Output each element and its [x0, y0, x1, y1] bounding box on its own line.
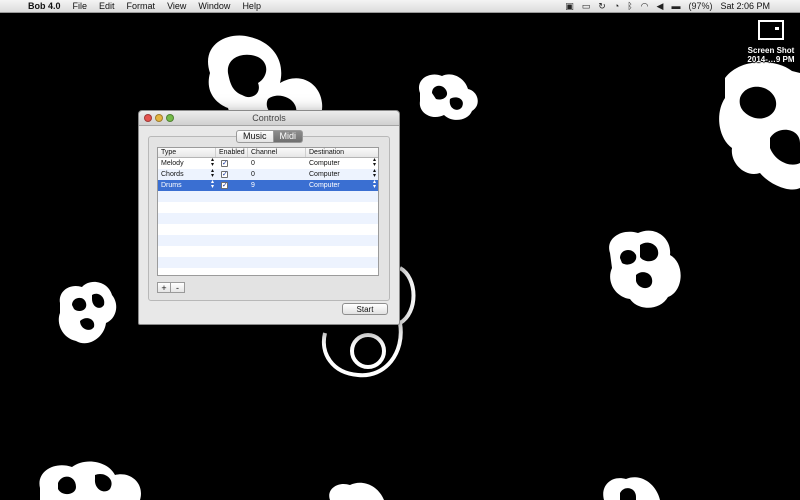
controls-window: Controls Music Midi Type Enabled Channel…	[138, 110, 400, 325]
destination-popup[interactable]: Computer ▴ ▾	[306, 168, 378, 180]
destination-popup[interactable]: Computer ▴ ▾	[306, 179, 378, 191]
minimize-button[interactable]	[155, 114, 163, 122]
empty-row	[158, 268, 378, 275]
empty-row	[158, 257, 378, 268]
popup-arrows-icon: ▴ ▾	[210, 157, 214, 168]
empty-row	[158, 235, 378, 246]
wifi-icon[interactable]: ◠	[637, 0, 653, 12]
table-row[interactable]: Chords ▴▾ 0 Computer ▴▾	[158, 168, 378, 180]
table-row-selected[interactable]: Drums ▴▾ 9 Computer ▴▾	[158, 179, 378, 191]
volume-icon[interactable]: ◀	[653, 0, 668, 12]
enabled-checkbox[interactable]	[221, 180, 228, 191]
display-icon[interactable]: ▭	[578, 0, 595, 12]
menu-bar: Bob 4.0 File Edit Format View Window Hel…	[0, 0, 800, 13]
wallpaper-blob	[329, 482, 384, 500]
remove-row-button[interactable]: -	[171, 282, 185, 293]
time-machine-icon[interactable]: ◔	[610, 0, 623, 12]
empty-row	[158, 191, 378, 202]
wallpaper-ring	[350, 333, 386, 369]
column-header-type[interactable]: Type	[158, 148, 216, 157]
sync-icon[interactable]: ↻	[594, 0, 610, 12]
enabled-cell	[216, 180, 248, 191]
zoom-button[interactable]	[166, 114, 174, 122]
destination-value: Computer	[309, 160, 340, 167]
popup-arrows-icon: ▴ ▾	[210, 168, 214, 179]
add-row-button[interactable]: +	[157, 282, 171, 293]
channel-value[interactable]: 9	[248, 180, 306, 191]
column-header-channel[interactable]: Channel	[248, 148, 306, 157]
destination-value: Computer	[309, 171, 340, 178]
channel-value[interactable]: 0	[248, 158, 306, 169]
window-title: Controls	[252, 113, 286, 123]
screenshot-thumbnail-icon	[758, 20, 784, 40]
type-popup[interactable]: Chords ▴ ▾	[158, 168, 216, 180]
close-button[interactable]	[144, 114, 152, 122]
desktop-file-label-line2: 2014-…9 PM	[747, 55, 795, 64]
midi-tab-panel: Type Enabled Channel Destination Melody …	[148, 136, 390, 301]
window-titlebar[interactable]: Controls	[139, 111, 399, 126]
start-button[interactable]: Start	[342, 303, 388, 315]
menu-window[interactable]: Window	[192, 0, 236, 12]
menu-format[interactable]: Format	[121, 0, 162, 12]
tab-bar: Music Midi	[236, 130, 304, 143]
column-header-enabled[interactable]: Enabled	[216, 148, 248, 157]
popup-arrows-icon: ▴ ▾	[372, 157, 376, 168]
bluetooth-icon[interactable]: ᛒ	[623, 0, 636, 12]
menu-app-name[interactable]: Bob 4.0	[22, 0, 67, 12]
menu-file[interactable]: File	[67, 0, 94, 12]
popup-arrows-icon: ▴ ▾	[372, 179, 376, 190]
enabled-cell	[216, 169, 248, 180]
enabled-checkbox[interactable]	[221, 158, 228, 169]
add-remove-controls: + -	[157, 282, 185, 293]
battery-percent: (97%)	[688, 1, 713, 11]
wallpaper-blob	[719, 61, 800, 190]
type-value: Chords	[161, 171, 184, 178]
popup-arrows-icon: ▴ ▾	[210, 179, 214, 190]
empty-row	[158, 224, 378, 235]
desktop-wallpaper	[39, 35, 800, 500]
tab-music[interactable]: Music	[236, 130, 274, 143]
menu-clock[interactable]: Sat 2:06 PM	[716, 0, 774, 12]
type-value: Drums	[161, 182, 182, 189]
menu-help[interactable]: Help	[236, 0, 267, 12]
empty-row	[158, 246, 378, 257]
type-popup[interactable]: Drums ▴ ▾	[158, 179, 216, 191]
tab-midi[interactable]: Midi	[273, 130, 304, 143]
table-header: Type Enabled Channel Destination	[158, 148, 378, 158]
table-row[interactable]: Melody ▴▾ 0 Computer ▴▾	[158, 157, 378, 169]
extras-icon[interactable]: ▣	[561, 0, 578, 12]
wallpaper-blob	[39, 461, 141, 500]
menu-view[interactable]: View	[161, 0, 192, 12]
desktop-file-label-line1: Screen Shot	[747, 46, 795, 55]
destination-value: Computer	[309, 182, 340, 189]
destination-popup[interactable]: Computer ▴ ▾	[306, 157, 378, 169]
midi-table[interactable]: Type Enabled Channel Destination Melody …	[157, 147, 379, 276]
empty-row	[158, 213, 378, 224]
empty-row	[158, 202, 378, 213]
enabled-checkbox[interactable]	[221, 169, 228, 180]
wallpaper-blob	[419, 74, 478, 120]
type-popup[interactable]: Melody ▴ ▾	[158, 157, 216, 169]
popup-arrows-icon: ▴ ▾	[372, 168, 376, 179]
type-value: Melody	[161, 160, 184, 167]
battery-icon[interactable]: ▬	[667, 0, 684, 12]
column-header-destination[interactable]: Destination	[306, 148, 378, 157]
channel-value[interactable]: 0	[248, 169, 306, 180]
wallpaper-blob	[609, 230, 681, 308]
desktop	[0, 13, 800, 500]
desktop-file-icon[interactable]: Screen Shot 2014-…9 PM	[742, 20, 800, 64]
menu-edit[interactable]: Edit	[93, 0, 121, 12]
enabled-cell	[216, 158, 248, 169]
wallpaper-blob	[58, 281, 117, 344]
